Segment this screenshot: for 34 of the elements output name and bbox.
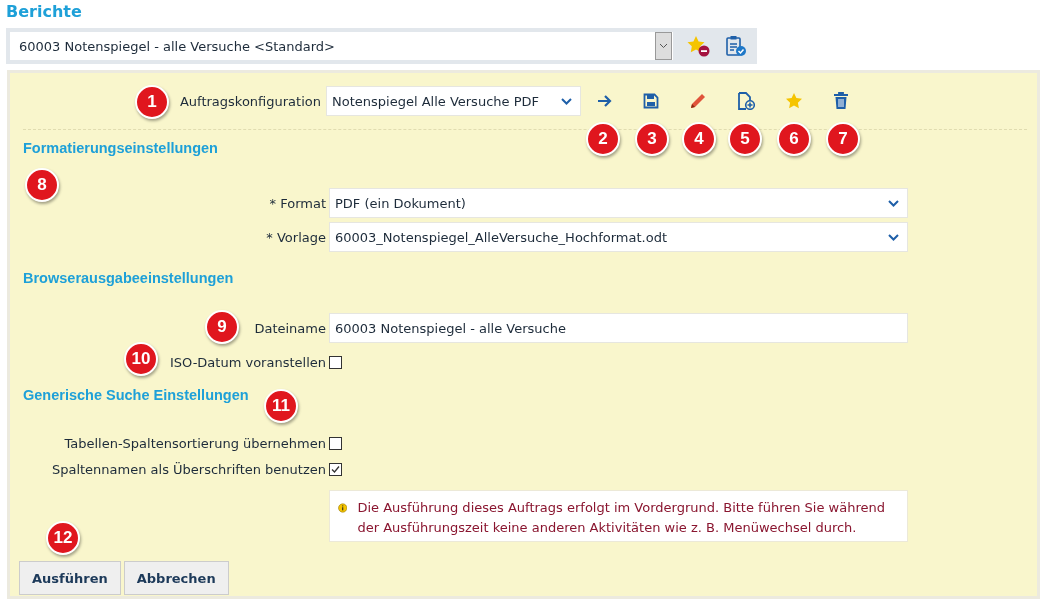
field-label: * Format — [269, 195, 326, 211]
run-button[interactable]: Ausführen — [19, 561, 121, 595]
file-plus-icon[interactable] — [737, 92, 755, 110]
report-select[interactable]: 60003 Notenspiegel - alle Versuche <Standard> — [10, 32, 673, 60]
field-label: * Vorlage — [266, 229, 326, 245]
info-message: Die Ausführung dieses Auftrags erfolgt im Vordergrund. Bitte führen Sie während der Ausführungszeit keine anderen Aktivitäten wie z. B. Menüwechsel durch. — [357, 499, 886, 537]
dropdown-field[interactable]: PDF (ein Dokument) — [329, 188, 908, 218]
config-select[interactable]: Notenspiegel Alle Versuche PDF — [326, 86, 581, 116]
checkbox[interactable] — [329, 462, 342, 476]
checkbox[interactable] — [329, 436, 342, 450]
caret-icon — [888, 199, 899, 207]
star-icon[interactable] — [785, 92, 803, 110]
section-heading: Formatierungseinstellungen — [23, 140, 218, 158]
section-heading: Browserausgabeeinstellungen — [23, 270, 234, 288]
chevron-down-icon — [659, 43, 668, 49]
field-label: ISO-Datum voranstellen — [170, 354, 326, 370]
caret-icon — [888, 233, 899, 241]
cancel-button[interactable]: Abbrechen — [123, 561, 229, 595]
dropdown-field[interactable]: 60003_Notenspiegel_AlleVersuche_Hochformat.odt — [329, 222, 908, 252]
field-label: Dateiname — [254, 320, 326, 336]
pencil-icon[interactable] — [689, 92, 707, 110]
section-heading: Generische Suche Einstellungen — [23, 387, 249, 405]
arrow-right-icon[interactable] — [597, 94, 613, 108]
star-minus-icon[interactable] — [687, 35, 711, 57]
caret-icon — [561, 97, 572, 105]
field-label: Tabellen-Spaltensortierung übernehmen — [64, 435, 326, 451]
clipboard-check-icon[interactable] — [725, 35, 747, 57]
checkbox[interactable] — [329, 355, 342, 369]
input-field[interactable]: 60003 Notenspiegel - alle Versuche — [329, 313, 908, 343]
save-icon[interactable] — [643, 93, 659, 109]
field-label: Spaltennamen als Überschriften benutzen — [51, 461, 326, 477]
field-label: Auftragskonfiguration — [179, 93, 321, 109]
trash-icon[interactable] — [833, 92, 849, 110]
page-title: Berichte — [5, 1, 83, 23]
